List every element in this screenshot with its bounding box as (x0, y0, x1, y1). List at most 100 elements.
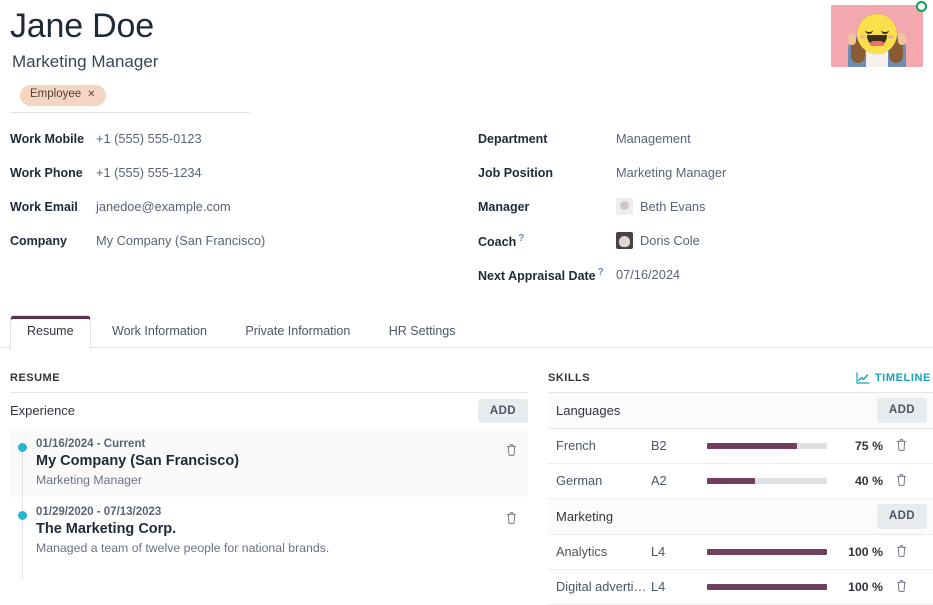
field-label-text: Job Position (478, 166, 553, 180)
field-value[interactable]: Doris Cole (616, 232, 700, 249)
skills-group-header-languages: Languages ADD (548, 393, 933, 429)
delete-icon[interactable] (895, 473, 908, 490)
field-manager: Manager Beth Evans (478, 190, 933, 224)
skill-level: L4 (651, 544, 707, 559)
experience-date: 01/29/2020 - 07/13/2023 (36, 506, 520, 518)
field-work-mobile: Work Mobile +1 (555) 555-0123 (10, 122, 470, 156)
field-label: Department (478, 132, 616, 146)
tab-bar: Resume Work Information Private Informat… (0, 314, 933, 348)
skills-section-header: SKILLS TIMELINE (548, 372, 933, 393)
field-value[interactable]: Beth Evans (616, 198, 705, 215)
manager-name: Beth Evans (640, 199, 705, 214)
delete-icon[interactable] (895, 544, 908, 561)
smiley-face-icon (857, 14, 897, 54)
skill-progress-fill (707, 549, 827, 555)
experience-group-label: Experience (10, 403, 75, 418)
skill-percent: 100 % (837, 580, 883, 594)
skill-name: French (556, 438, 651, 453)
field-value[interactable]: +1 (555) 555-0123 (96, 131, 202, 146)
skills-section-title: SKILLS (548, 372, 590, 384)
field-company: Company My Company (San Francisco) (10, 224, 470, 258)
skill-row[interactable]: German A2 40 % (548, 464, 933, 499)
field-value[interactable]: janedoe@example.com (96, 199, 231, 214)
field-label-text: Manager (478, 200, 529, 214)
skill-name: Digital advertisi... (556, 579, 651, 594)
skill-percent: 75 % (837, 439, 883, 453)
experience-date: 01/16/2024 - Current (36, 438, 520, 450)
line-chart-icon (856, 372, 870, 384)
timeline-button[interactable]: TIMELINE (856, 372, 933, 384)
profile-fields: Work Mobile +1 (555) 555-0123 Work Phone… (0, 122, 933, 292)
field-label: Work Phone (10, 166, 96, 180)
smiley-eye-left (865, 27, 873, 34)
timeline-label: TIMELINE (875, 372, 931, 384)
coach-name: Doris Cole (640, 233, 700, 248)
skill-progress-bar (707, 549, 827, 555)
add-marketing-skill-button[interactable]: ADD (877, 504, 927, 529)
skill-row[interactable]: Analytics L4 100 % (548, 535, 933, 570)
skill-name: Analytics (556, 544, 651, 559)
experience-description: Marketing Manager (36, 473, 520, 487)
tab-hr-settings[interactable]: HR Settings (372, 315, 473, 350)
delete-icon[interactable] (895, 579, 908, 596)
skills-group-label: Marketing (556, 509, 613, 524)
delete-icon[interactable] (505, 443, 518, 461)
skill-level: L4 (651, 579, 707, 594)
smiley-cheek-left (860, 35, 866, 39)
avatar[interactable] (831, 5, 923, 67)
skill-progress-fill (707, 478, 755, 484)
experience-description: Managed a team of twelve people for nati… (36, 541, 520, 555)
avatar-photo[interactable] (831, 5, 923, 67)
field-value[interactable]: My Company (San Francisco) (96, 233, 265, 248)
field-label: Next Appraisal Date? (478, 267, 616, 283)
field-label: Work Mobile (10, 132, 96, 146)
experience-item[interactable]: 01/16/2024 - Current My Company (San Fra… (10, 429, 528, 497)
avatar-hand-right (898, 33, 906, 45)
tab-work-information[interactable]: Work Information (95, 315, 224, 350)
field-value[interactable]: Management (616, 131, 691, 146)
experience-item[interactable]: 01/29/2020 - 07/13/2023 The Marketing Co… (10, 497, 528, 565)
field-next-appraisal-date: Next Appraisal Date? 07/16/2024 (478, 258, 933, 292)
fields-right-column: Department Management Job Position Marke… (470, 122, 933, 292)
field-value[interactable]: Marketing Manager (616, 165, 726, 180)
help-icon[interactable]: ? (518, 233, 524, 244)
field-work-email: Work Email janedoe@example.com (10, 190, 470, 224)
skill-progress-fill (707, 584, 827, 590)
skill-progress-bar (707, 443, 827, 449)
field-work-phone: Work Phone +1 (555) 555-1234 (10, 156, 470, 190)
manager-avatar (616, 198, 633, 215)
field-label-text: Next Appraisal Date (478, 269, 596, 283)
field-label: Work Email (10, 200, 96, 214)
skill-row[interactable]: French B2 75 % (548, 429, 933, 464)
field-value[interactable]: +1 (555) 555-1234 (96, 165, 202, 180)
profile-header: Jane Doe Marketing Manager Employee ✕ (0, 0, 933, 106)
avatar-hand-left (848, 33, 856, 45)
employee-tag[interactable]: Employee ✕ (20, 85, 106, 106)
resume-section-header: RESUME (10, 372, 528, 393)
delete-icon[interactable] (895, 438, 908, 455)
field-label: Manager (478, 200, 616, 214)
employee-profile-page: Jane Doe Marketing Manager Employee ✕ (0, 0, 933, 600)
delete-icon[interactable] (505, 511, 518, 529)
add-language-skill-button[interactable]: ADD (877, 398, 927, 423)
help-icon[interactable]: ? (598, 267, 604, 278)
resume-panel: RESUME Experience ADD 01/16/2024 - Curre… (0, 372, 540, 605)
header-divider (10, 112, 250, 113)
smiley-cheek-right (888, 35, 894, 39)
timeline-connector (22, 517, 23, 579)
resume-section-title: RESUME (10, 372, 60, 384)
close-icon[interactable]: ✕ (87, 89, 95, 101)
tag-row: Employee ✕ (20, 84, 933, 106)
field-label-text: Department (478, 132, 547, 146)
tab-private-information[interactable]: Private Information (228, 315, 367, 350)
tab-resume[interactable]: Resume (10, 315, 91, 350)
fields-left-column: Work Mobile +1 (555) 555-0123 Work Phone… (0, 122, 470, 292)
skills-panel: SKILLS TIMELINE Languages ADD (540, 372, 933, 605)
timeline-dot-icon (18, 511, 27, 520)
experience-title: My Company (San Francisco) (36, 453, 520, 469)
field-value[interactable]: 07/16/2024 (616, 267, 680, 282)
experience-title: The Marketing Corp. (36, 521, 520, 537)
field-job-position: Job Position Marketing Manager (478, 156, 933, 190)
field-label: Company (10, 234, 96, 248)
add-experience-button[interactable]: ADD (478, 399, 528, 424)
